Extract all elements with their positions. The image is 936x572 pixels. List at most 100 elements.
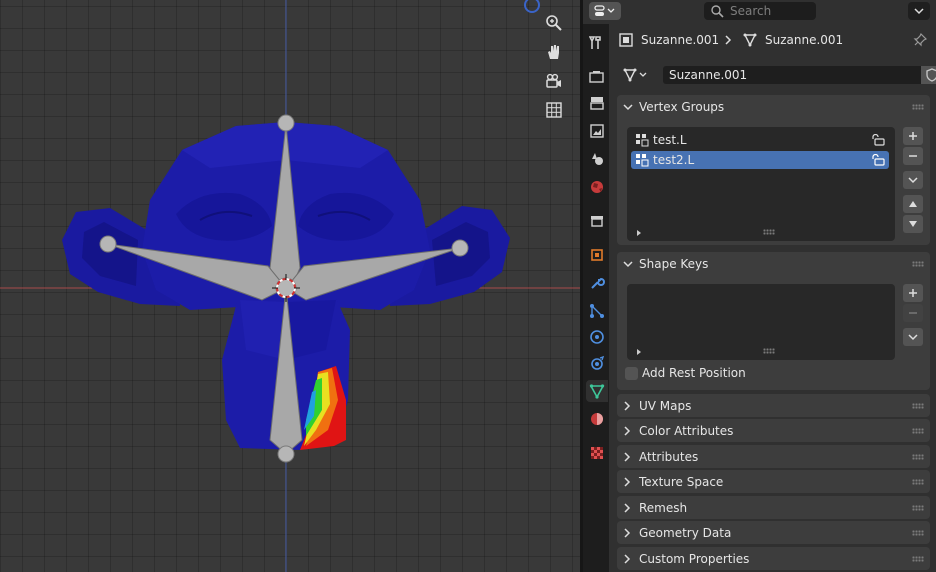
breadcrumb-mesh: Suzanne.001 bbox=[743, 32, 843, 48]
physics-tab-icon[interactable] bbox=[586, 326, 608, 348]
ortho-grid-icon[interactable] bbox=[545, 101, 571, 127]
color-attributes-title: Color Attributes bbox=[639, 423, 734, 438]
remesh-panel[interactable]: Remesh bbox=[617, 496, 930, 519]
uv-maps-panel[interactable]: UV Maps bbox=[617, 394, 930, 417]
breadcrumb-mesh-label: Suzanne.001 bbox=[765, 33, 844, 47]
viewport-scene bbox=[0, 0, 580, 572]
custom-properties-panel[interactable]: Custom Properties bbox=[617, 547, 930, 570]
shape-keys-panel: Shape Keys Add Rest Position bbox=[617, 252, 930, 390]
attributes-title: Attributes bbox=[639, 449, 699, 464]
drag-grip-icon[interactable] bbox=[912, 261, 924, 267]
list-item[interactable]: test.L bbox=[631, 131, 889, 149]
render-tab-icon[interactable] bbox=[586, 66, 608, 88]
chevron-down-icon bbox=[908, 177, 918, 184]
move-down-button[interactable] bbox=[903, 215, 923, 233]
camera-view-icon[interactable] bbox=[545, 72, 571, 98]
remove-vertex-group-button[interactable] bbox=[903, 147, 923, 165]
add-shape-key-button[interactable] bbox=[903, 284, 923, 302]
color-attributes-panel[interactable]: Color Attributes bbox=[617, 419, 930, 442]
list-resize-grip[interactable] bbox=[763, 348, 775, 354]
drag-grip-icon[interactable] bbox=[912, 530, 924, 536]
pan-hand-icon[interactable] bbox=[545, 43, 571, 69]
fake-user-button[interactable] bbox=[921, 66, 936, 84]
add-rest-position-checkbox[interactable] bbox=[625, 367, 638, 380]
chevron-right-icon bbox=[624, 553, 631, 564]
custom-properties-title: Custom Properties bbox=[639, 551, 750, 566]
drag-grip-icon[interactable] bbox=[912, 428, 924, 434]
view-layer-tab-icon[interactable] bbox=[586, 120, 608, 142]
chevron-right-icon bbox=[725, 35, 732, 45]
browse-mesh-button[interactable] bbox=[623, 66, 659, 84]
attributes-panel[interactable]: Attributes bbox=[617, 445, 930, 468]
triangle-down-icon bbox=[909, 221, 917, 227]
properties-header bbox=[583, 0, 936, 24]
scene-tab-icon[interactable] bbox=[586, 148, 608, 170]
uv-maps-title: UV Maps bbox=[639, 398, 692, 413]
output-tab-icon[interactable] bbox=[586, 92, 608, 114]
material-tab-icon[interactable] bbox=[586, 408, 608, 430]
drag-grip-icon[interactable] bbox=[912, 403, 924, 409]
minus-icon bbox=[909, 155, 917, 157]
move-up-button[interactable] bbox=[903, 195, 923, 213]
vertex-groups-header[interactable]: Vertex Groups bbox=[617, 95, 930, 119]
filter-expand-icon[interactable] bbox=[635, 229, 643, 237]
drag-grip-icon[interactable] bbox=[912, 479, 924, 485]
options-dropdown[interactable] bbox=[908, 2, 930, 20]
unlock-icon[interactable] bbox=[871, 134, 885, 146]
texture-space-panel[interactable]: Texture Space bbox=[617, 470, 930, 493]
vertex-group-specials-button[interactable] bbox=[903, 171, 923, 189]
chevron-right-icon bbox=[624, 502, 631, 513]
shape-key-list bbox=[627, 284, 895, 360]
unlock-icon[interactable] bbox=[871, 154, 885, 166]
shield-icon bbox=[926, 68, 936, 82]
vertex-group-icon bbox=[636, 154, 649, 167]
minus-icon bbox=[909, 312, 917, 314]
custom-properties-header[interactable]: Custom Properties bbox=[617, 547, 930, 570]
mesh-name-field[interactable] bbox=[663, 66, 921, 84]
properties-content: Suzanne.001 Suzanne.001 Suzanne.001 Vert… bbox=[609, 24, 936, 572]
list-item-selected[interactable]: test2.L bbox=[631, 151, 889, 169]
constraints-tab-icon[interactable] bbox=[586, 352, 608, 374]
search-field[interactable] bbox=[704, 2, 816, 20]
shape-keys-title: Shape Keys bbox=[639, 257, 709, 271]
color-attributes-header[interactable]: Color Attributes bbox=[617, 419, 930, 442]
editor-type-button[interactable] bbox=[589, 2, 621, 20]
mesh-browse-icon bbox=[623, 68, 647, 82]
texture-space-title: Texture Space bbox=[639, 474, 724, 489]
drag-grip-icon[interactable] bbox=[912, 505, 924, 511]
triangle-up-icon bbox=[909, 201, 917, 207]
world-tab-icon[interactable] bbox=[586, 176, 608, 198]
shape-keys-header[interactable]: Shape Keys bbox=[617, 252, 930, 276]
list-resize-grip[interactable] bbox=[763, 229, 775, 235]
shape-key-specials-button[interactable] bbox=[903, 328, 923, 346]
list-item-label: test2.L bbox=[653, 153, 695, 167]
texture-tab-icon[interactable] bbox=[586, 442, 608, 464]
remove-shape-key-button[interactable] bbox=[903, 304, 923, 322]
drag-grip-icon[interactable] bbox=[912, 556, 924, 562]
collection-tab-icon[interactable] bbox=[586, 210, 608, 232]
modifiers-tab-icon[interactable] bbox=[586, 272, 608, 294]
chevron-down-icon bbox=[623, 104, 633, 111]
texture-space-header[interactable]: Texture Space bbox=[617, 470, 930, 493]
3d-viewport[interactable] bbox=[0, 0, 580, 572]
filter-expand-icon[interactable] bbox=[635, 348, 643, 356]
zoom-tool-icon[interactable] bbox=[545, 14, 571, 40]
tool-tab-icon[interactable] bbox=[586, 32, 608, 54]
remesh-header[interactable]: Remesh bbox=[617, 496, 930, 519]
drag-grip-icon[interactable] bbox=[912, 454, 924, 460]
geometry-data-header[interactable]: Geometry Data bbox=[617, 521, 930, 544]
attributes-header[interactable]: Attributes bbox=[617, 445, 930, 468]
data-tab-icon[interactable] bbox=[586, 380, 608, 402]
object-tab-icon[interactable] bbox=[586, 244, 608, 266]
remesh-title: Remesh bbox=[639, 500, 688, 515]
chevron-down-icon bbox=[914, 8, 924, 15]
particles-tab-icon[interactable] bbox=[586, 300, 608, 322]
pin-icon[interactable] bbox=[913, 32, 927, 48]
chevron-right-icon bbox=[624, 425, 631, 436]
drag-grip-icon[interactable] bbox=[912, 104, 924, 110]
vertex-group-list: test.L test2.L bbox=[627, 127, 895, 241]
uv-maps-header[interactable]: UV Maps bbox=[617, 394, 930, 417]
add-vertex-group-button[interactable] bbox=[903, 127, 923, 145]
geometry-data-panel[interactable]: Geometry Data bbox=[617, 521, 930, 544]
search-input[interactable] bbox=[730, 4, 810, 18]
